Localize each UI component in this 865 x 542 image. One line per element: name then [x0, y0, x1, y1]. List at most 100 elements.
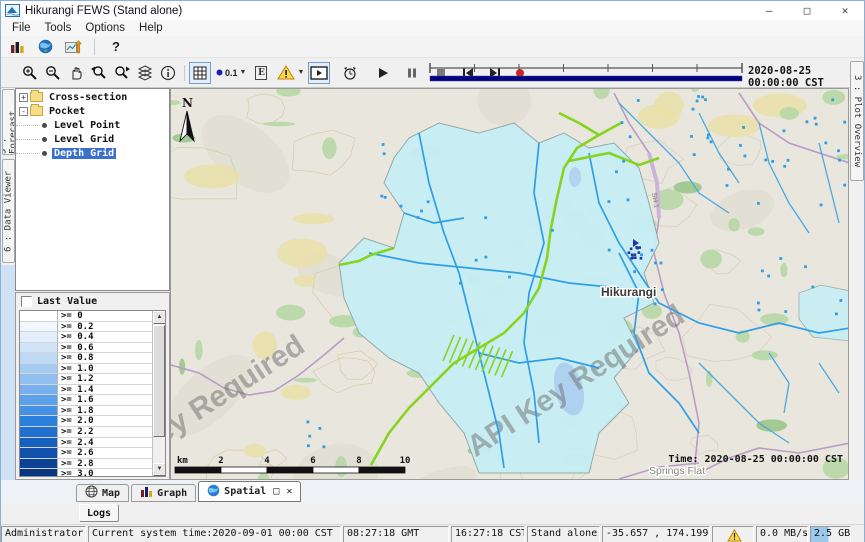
status-cell: 0.0 MB/s: [756, 526, 808, 542]
statistics-button[interactable]: [6, 38, 28, 56]
warning-layer-dropdown[interactable]: ▼: [273, 62, 308, 84]
bullet-icon: [42, 137, 47, 142]
pan-button[interactable]: [65, 62, 87, 84]
zoom-previous-button[interactable]: [88, 62, 110, 84]
magnifier-plus-icon: [22, 65, 38, 81]
legend-row[interactable]: >= 0.6: [20, 343, 152, 354]
legend-row[interactable]: >= 1.6: [20, 395, 152, 406]
legend-class-list: >= 0>= 0.2>= 0.4>= 0.6>= 0.8>= 1.0>= 1.2…: [19, 310, 166, 477]
legend-scrollbar[interactable]: ▲ ▼: [152, 311, 165, 476]
close-button[interactable]: ✕: [826, 1, 864, 20]
minimize-button[interactable]: —: [750, 1, 788, 20]
scrollbar-thumb[interactable]: [153, 325, 165, 437]
legend-row[interactable]: >= 2.2: [20, 427, 152, 438]
help-button[interactable]: ?: [105, 38, 127, 56]
tab-label: Spatial: [224, 486, 266, 497]
layers-button[interactable]: [134, 62, 156, 84]
tree-item-depth-grid[interactable]: Depth Grid: [16, 147, 169, 159]
map-time-label: Time: 2020-08-25 00:00:00 CST: [668, 453, 843, 465]
menu-file[interactable]: File: [5, 22, 38, 34]
legend-class-label: >= 1.2: [58, 374, 94, 384]
map-display-button[interactable]: [34, 38, 56, 56]
legend-row[interactable]: >= 0.8: [20, 353, 152, 364]
spatial-display-button[interactable]: [62, 38, 84, 56]
tab-maximize-icon[interactable]: □: [273, 486, 279, 497]
animation-button[interactable]: [308, 62, 330, 84]
legend-row[interactable]: >= 3.0: [20, 469, 152, 477]
grid-display-button[interactable]: [189, 62, 211, 84]
hand-icon: [68, 65, 84, 81]
legend-row[interactable]: >= 1.2: [20, 374, 152, 385]
tree-connector: [16, 139, 40, 140]
scroll-up-icon[interactable]: ▲: [153, 311, 166, 324]
label-toggle-button[interactable]: E: [250, 62, 272, 84]
tab-data-viewer[interactable]: 6 : Data Viewer: [2, 159, 15, 263]
pause-button[interactable]: [401, 62, 423, 84]
svg-text:8: 8: [356, 456, 361, 466]
bullet-icon: [42, 123, 47, 128]
menu-tools[interactable]: Tools: [38, 22, 79, 34]
tab-map[interactable]: Map: [76, 484, 129, 502]
legend-class-label: >= 2.6: [58, 448, 94, 458]
tree-item-label: Level Grid: [52, 134, 116, 145]
legend-row[interactable]: >= 2.4: [20, 438, 152, 449]
time-slider[interactable]: [428, 62, 744, 84]
maximize-button[interactable]: □: [788, 1, 826, 20]
legend-row[interactable]: >= 1.8: [20, 406, 152, 417]
tab-plot-overview[interactable]: 3 : Plot Overview: [850, 61, 864, 181]
legend-row[interactable]: >= 1.0: [20, 364, 152, 375]
toolbar-separator: [94, 39, 95, 55]
legend-class-label: >= 2.4: [58, 438, 94, 448]
legend-color-swatch: [20, 374, 58, 384]
menu-options[interactable]: Options: [78, 22, 132, 34]
tree-item-pocket[interactable]: -Pocket: [16, 105, 169, 117]
app-logo-icon: [5, 4, 20, 17]
tab-close-icon[interactable]: ✕: [286, 486, 292, 497]
info-button[interactable]: [157, 62, 179, 84]
legend-row[interactable]: >= 0: [20, 311, 152, 322]
tree-item-level-point[interactable]: Level Point: [16, 119, 169, 131]
classbreak-interval-dropdown[interactable]: 0.1 ▼: [212, 62, 250, 84]
play-button[interactable]: [372, 62, 394, 84]
zoom-in-button[interactable]: [19, 62, 41, 84]
legend-row[interactable]: >= 0.4: [20, 332, 152, 343]
tab-graph[interactable]: Graph: [131, 484, 196, 502]
legend-class-label: >= 0.8: [58, 353, 94, 363]
legend-row[interactable]: >= 2.6: [20, 448, 152, 459]
legend-row[interactable]: >= 0.2: [20, 322, 152, 333]
tab-forecast[interactable]: 5 : Forecast: [2, 89, 15, 155]
north-label: N: [182, 96, 193, 110]
time-slider-bar[interactable]: [430, 76, 742, 81]
main-toolbar: ?: [1, 36, 864, 58]
legend-row[interactable]: >= 1.4: [20, 385, 152, 396]
tree-item-level-grid[interactable]: Level Grid: [16, 133, 169, 145]
expander-icon[interactable]: -: [19, 107, 28, 116]
scroll-down-icon[interactable]: ▼: [153, 463, 166, 476]
legend-color-swatch: [20, 438, 58, 448]
legend-row[interactable]: >= 2.0: [20, 416, 152, 427]
status-cell: 08:27:18 GMT: [343, 526, 449, 542]
menu-help[interactable]: Help: [132, 22, 170, 34]
legend-row[interactable]: >= 2.8: [20, 459, 152, 470]
spatial-map[interactable]: API Key Required API Key Required: [170, 88, 849, 480]
logs-button[interactable]: Logs: [79, 504, 119, 522]
tree-item-cross-section[interactable]: +Cross-section: [16, 91, 169, 103]
zoom-out-button[interactable]: [42, 62, 64, 84]
legend-color-swatch: [20, 353, 58, 363]
legend-panel: Last Value >= 0>= 0.2>= 0.4>= 0.6>= 0.8>…: [15, 292, 170, 480]
tab-spatial[interactable]: Spatial □ ✕: [198, 481, 301, 502]
zoom-next-button[interactable]: [111, 62, 133, 84]
timer-icon: [342, 65, 358, 81]
tab-data-viewer-label: 6 : Data Viewer: [4, 170, 14, 251]
legend-color-swatch: [20, 406, 58, 416]
status-warning-cell: [712, 526, 754, 542]
tab-label: Map: [102, 488, 120, 499]
legend-class-label: >= 1.4: [58, 385, 94, 395]
last-value-checkbox[interactable]: [21, 296, 32, 307]
expander-icon[interactable]: +: [19, 93, 28, 102]
legend-color-swatch: [20, 343, 58, 353]
folder-icon: [30, 92, 43, 102]
tree-connector: [16, 125, 40, 126]
tab-forecast-label: 5 : Forecast: [2, 90, 15, 154]
animation-settings-button[interactable]: [339, 62, 361, 84]
